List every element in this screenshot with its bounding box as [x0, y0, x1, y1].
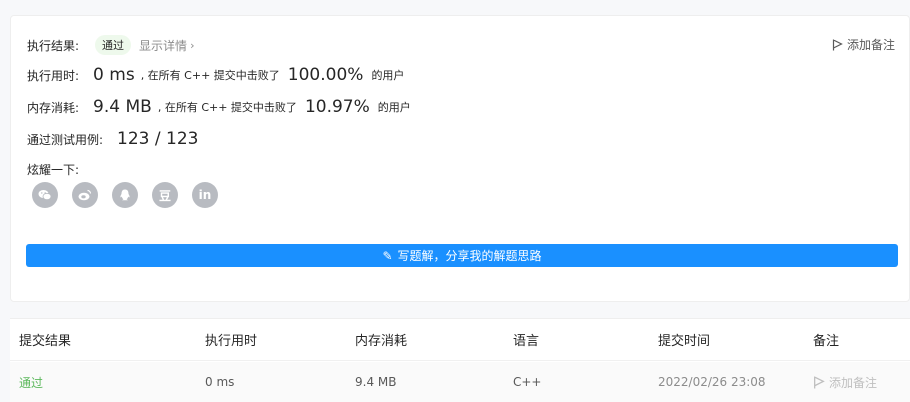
- weibo-icon[interactable]: [72, 182, 98, 208]
- memory-label: 内存消耗:: [27, 100, 80, 115]
- row-submit-time: 2022/02/26 23:08: [658, 375, 766, 389]
- status-badge: 通过: [95, 35, 132, 55]
- submission-result-card: 执行结果: 通过 显示详情 › 添加备注 执行用时: 0 ms , 在所有 C+…: [10, 15, 910, 302]
- pencil-icon: ✎: [382, 248, 393, 263]
- wechat-glyph: [38, 190, 52, 201]
- memory-prefix: , 在所有 C++ 提交中击败了: [157, 101, 297, 114]
- row-language: C++: [513, 375, 542, 389]
- testcases-label: 通过测试用例:: [27, 132, 104, 147]
- write-solution-button[interactable]: ✎ 写题解，分享我的解题思路: [26, 244, 898, 267]
- write-solution-label: 写题解，分享我的解题思路: [397, 249, 542, 263]
- result-row: 执行结果: 通过 显示详情 ›: [27, 35, 194, 55]
- flag-icon: [814, 376, 825, 388]
- testcases-value: 123 / 123: [117, 129, 199, 149]
- share-label: 炫耀一下:: [27, 163, 80, 177]
- memory-value: 9.4 MB: [93, 97, 152, 117]
- share-icons: 豆 in: [32, 182, 218, 208]
- runtime-row: 执行用时: 0 ms , 在所有 C++ 提交中击败了 100.00% 的用户: [27, 65, 404, 85]
- weibo-glyph: [78, 189, 92, 201]
- show-details-link[interactable]: 显示详情 ›: [139, 37, 194, 54]
- chevron-right-icon: ›: [190, 38, 195, 52]
- row-add-note-button[interactable]: 添加备注: [813, 374, 877, 391]
- runtime-value: 0 ms: [93, 65, 135, 85]
- header-note: 备注: [813, 334, 840, 349]
- add-note-label: 添加备注: [846, 38, 895, 52]
- memory-percent: 10.97%: [304, 97, 370, 117]
- share-row: 炫耀一下:: [27, 161, 79, 178]
- row-memory: 9.4 MB: [355, 375, 397, 389]
- row-status-link[interactable]: 通过: [19, 374, 43, 391]
- memory-row: 内存消耗: 9.4 MB , 在所有 C++ 提交中击败了 10.97% 的用户: [27, 97, 411, 117]
- header-status: 提交结果: [19, 334, 72, 349]
- row-add-note-label: 添加备注: [829, 375, 878, 390]
- testcases-row: 通过测试用例: 123 / 123: [27, 129, 204, 149]
- add-note-button[interactable]: 添加备注: [832, 36, 895, 53]
- table-header: 提交结果 执行用时 内存消耗 语言 提交时间 备注: [10, 319, 910, 361]
- result-label: 执行结果:: [27, 38, 80, 53]
- wechat-icon[interactable]: [32, 182, 58, 208]
- row-runtime: 0 ms: [205, 375, 235, 389]
- header-language: 语言: [513, 334, 540, 349]
- table-row: 通过 0 ms 9.4 MB C++ 2022/02/26 23:08 添加备注: [10, 362, 910, 402]
- submissions-table: 提交结果 执行用时 内存消耗 语言 提交时间 备注 通过 0 ms 9.4 MB…: [10, 318, 910, 402]
- memory-suffix: 的用户: [377, 101, 411, 114]
- runtime-percent: 100.00%: [287, 65, 364, 85]
- qq-icon[interactable]: [112, 182, 138, 208]
- header-memory: 内存消耗: [355, 334, 408, 349]
- flag-icon: [832, 38, 843, 50]
- runtime-prefix: , 在所有 C++ 提交中击败了: [140, 69, 280, 82]
- header-submit-time: 提交时间: [658, 334, 711, 349]
- runtime-suffix: 的用户: [371, 69, 405, 82]
- qq-glyph: [120, 189, 130, 201]
- linkedin-icon[interactable]: in: [192, 182, 218, 208]
- show-details-label: 显示详情: [139, 38, 188, 53]
- header-runtime: 执行用时: [205, 334, 258, 349]
- runtime-label: 执行用时:: [27, 68, 80, 83]
- douban-icon[interactable]: 豆: [152, 182, 178, 208]
